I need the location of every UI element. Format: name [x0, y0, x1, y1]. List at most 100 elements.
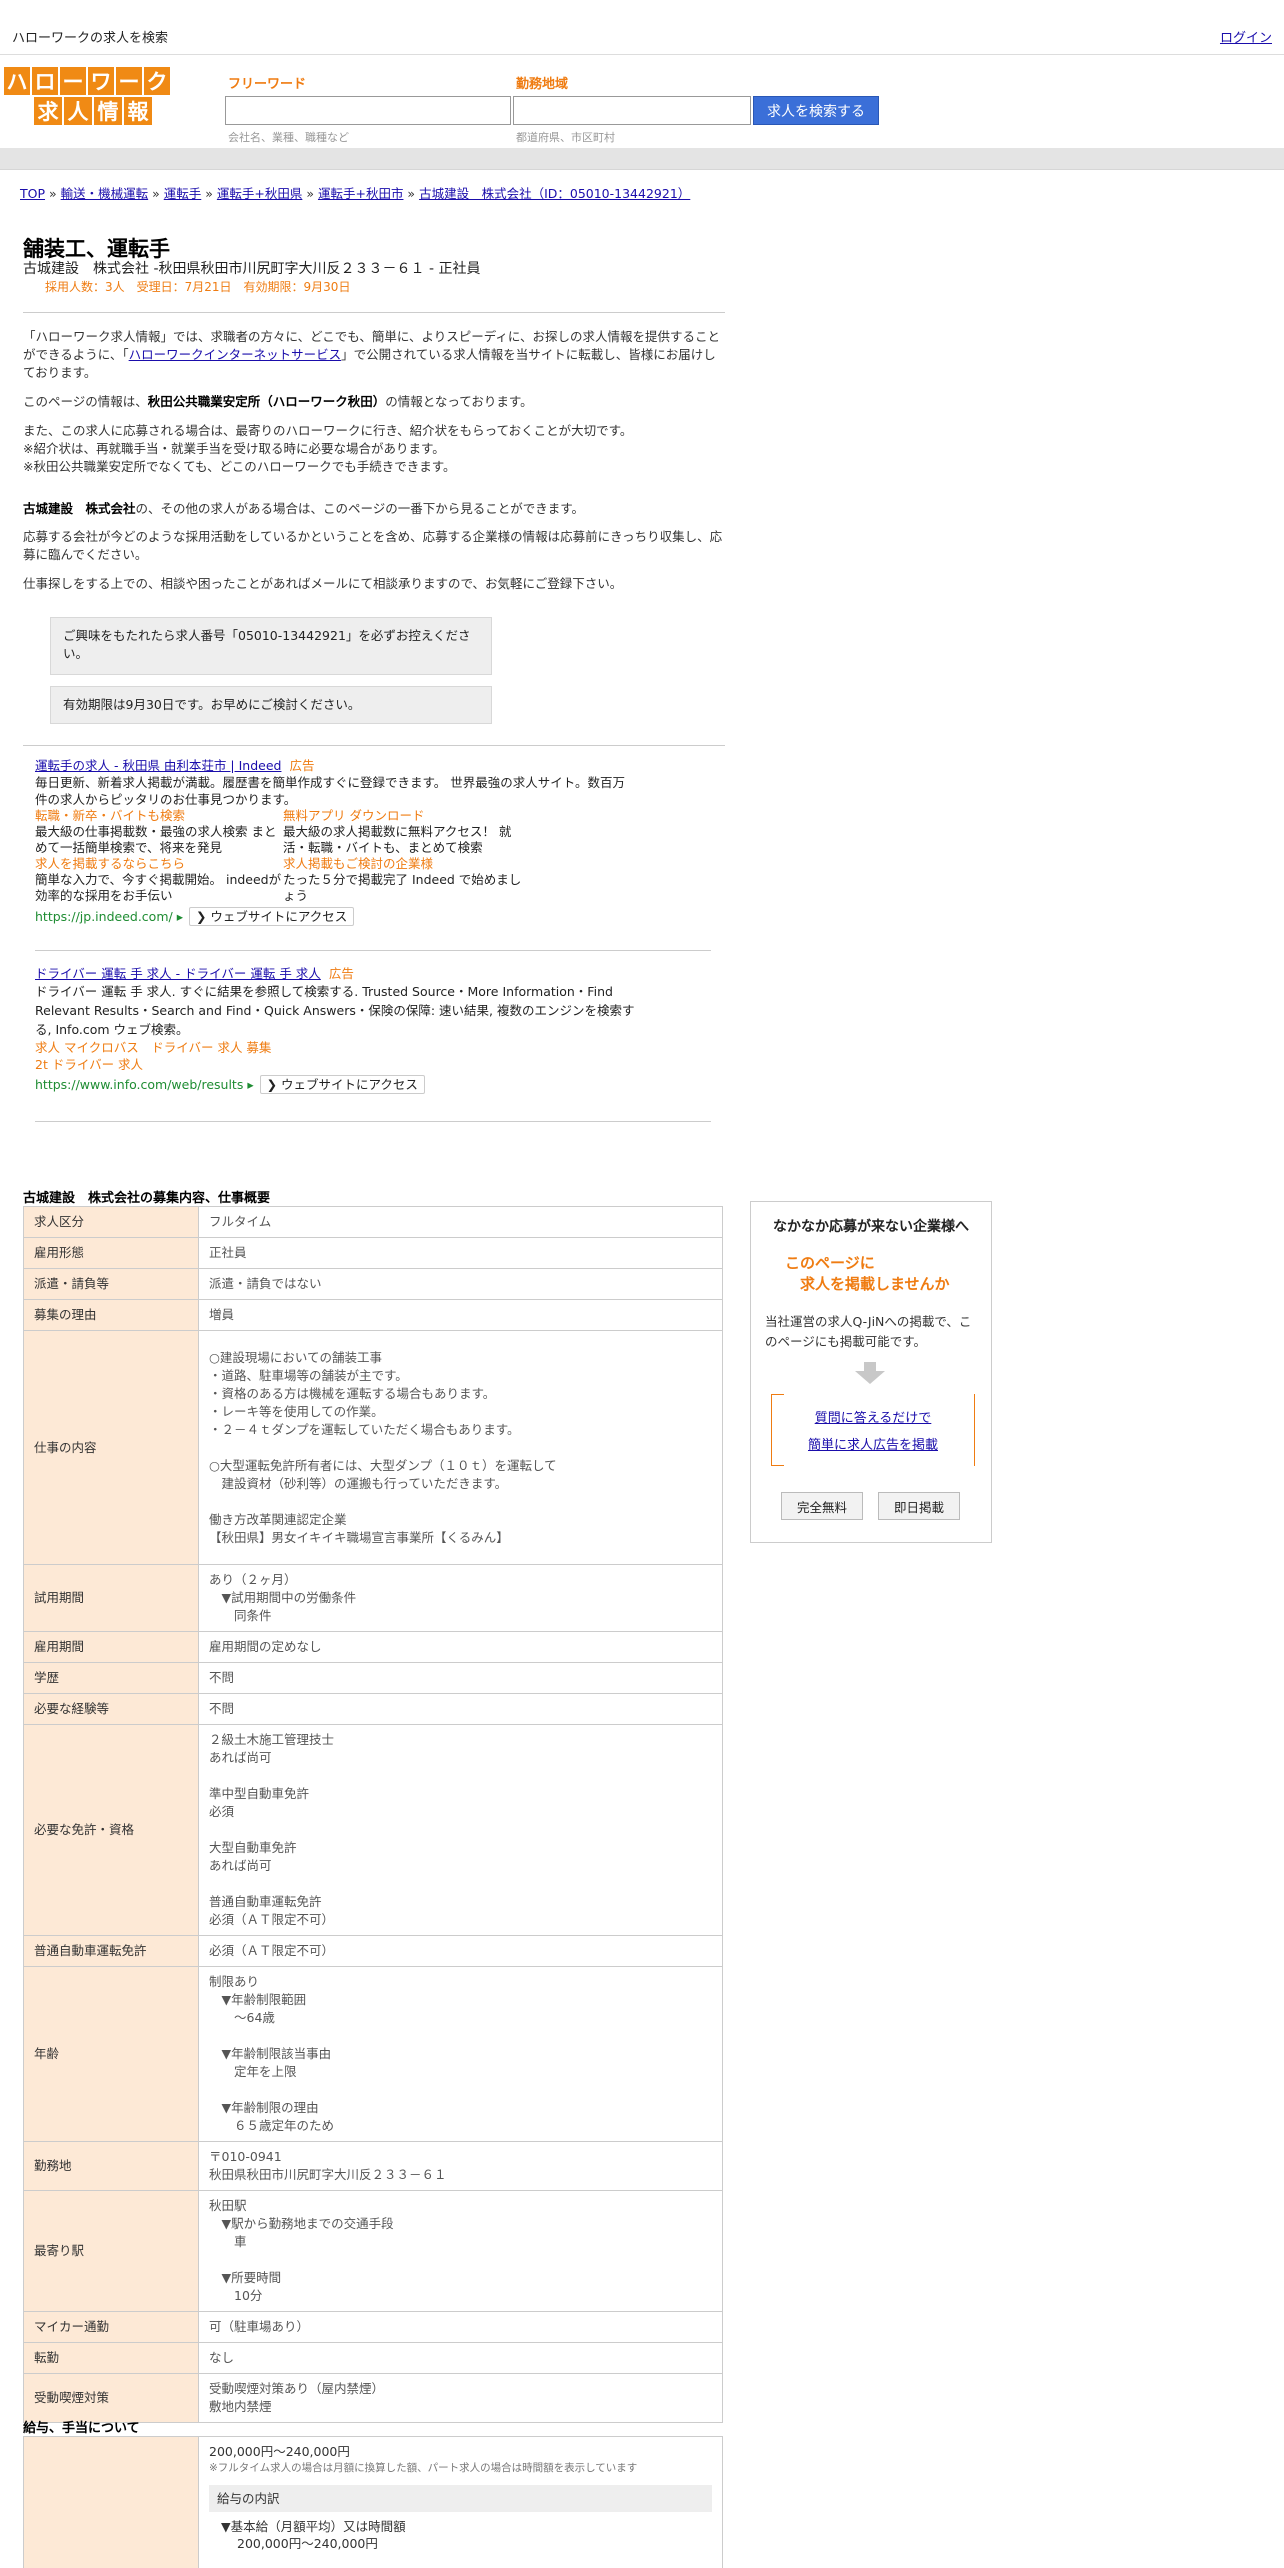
logo-char: ロ: [32, 67, 58, 95]
logo-char: ー: [116, 67, 142, 95]
ad-info: ドライバー 運転 手 求人 - ドライバー 運転 手 求人 広告 ドライバー 運転…: [23, 965, 713, 1094]
same-day-button[interactable]: 即日掲載: [878, 1492, 960, 1520]
detail-row-value: 雇用期間の定めなし: [198, 1631, 723, 1663]
detail-row: 募集の理由 増員: [23, 1299, 723, 1331]
pay-note: ※フルタイム求人の場合は月額に換算した額、パート求人の場合は時間額を表示していま…: [209, 2462, 638, 2474]
detail-row-label: 派遣・請負等: [23, 1268, 199, 1300]
advertise-link-questions[interactable]: 質問に答えるだけで: [772, 1407, 974, 1426]
breadcrumb-city[interactable]: 運転手+秋田市: [318, 186, 403, 201]
detail-row: マイカー通勤 可（駐車場あり）: [23, 2311, 723, 2343]
detail-row-label: 転勤: [23, 2342, 199, 2374]
logo-char: ー: [60, 67, 86, 95]
research-paragraph: 応募する会社が今どのような採用活動をしているかということを含め、応募する企業様の…: [23, 529, 723, 562]
detail-row-label: 普通自動車運転免許: [23, 1935, 199, 1967]
search-header: ハ ロ ー ワ ー ク 求 人 情 報 フリーワード 会社名、業種、職種など 勤…: [0, 55, 1284, 148]
other-jobs-text: の、その他の求人がある場合は、このページの一番下から見ることができます。: [135, 501, 585, 516]
ad-links[interactable]: 求人 マイクロバス ドライバー 求人 募集: [35, 1039, 713, 1056]
ad-links[interactable]: 2t ドライバー 求人: [35, 1056, 713, 1073]
free-button[interactable]: 完全無料: [781, 1492, 863, 1520]
source-text: の情報となっております。: [385, 394, 533, 409]
divider: [23, 312, 725, 313]
source-office: 秋田公共職業安定所（ハローワーク秋田）: [147, 394, 386, 409]
ad-sitelink[interactable]: 無料アプリ ダウンロード 最大級の求人掲載数に無料アクセス！ 就活・転職・バイトも…: [283, 808, 533, 856]
search-button[interactable]: 求人を検索する: [753, 96, 879, 125]
ad-url-row: https://www.info.com/web/results ▸ ❯ ウェブサ…: [35, 1075, 713, 1094]
detail-row-label: 学歴: [23, 1662, 199, 1694]
detail-section-title: 古城建設 株式会社の募集内容、仕事概要: [23, 1191, 271, 1206]
area-input[interactable]: [513, 96, 751, 125]
detail-row-value: ○建設現場においての舗装工事 ・道路、駐車場等の舗装が主です。 ・資格のある方は…: [198, 1330, 723, 1565]
divider: [35, 1121, 711, 1122]
ad-sitelink-desc: たった５分で掲載完了 Indeed で始めましょう: [283, 872, 522, 903]
detail-row-label: 受動喫煙対策: [23, 2373, 199, 2423]
detail-row-value: 受動喫煙対策あり（屋内禁煙） 敷地内禁煙: [198, 2373, 723, 2423]
detail-row: 普通自動車運転免許 必須（ＡＴ限定不可）: [23, 1935, 723, 1967]
area-label: 勤務地域: [516, 77, 569, 92]
advertise-panel: なかなか応募が来ない企業様へ このページに 求人を掲載しませんか 当社運営の求人…: [750, 1201, 992, 1543]
apply-paragraph: また、この求人に応募される場合は、最寄りのハローワークに行き、紹介状をもらってお…: [23, 423, 633, 438]
source-paragraph: このページの情報は、秋田公共職業安定所（ハローワーク秋田）の情報となっております…: [23, 393, 723, 411]
hellowork-logo[interactable]: ハ ロ ー ワ ー ク 求 人 情 報: [4, 67, 180, 125]
detail-row: 最寄り駅 秋田駅 ▼駅から勤務地までの交通手段 車 ▼所要時間 10分: [23, 2190, 723, 2312]
detail-row-label: 試用期間: [23, 1564, 199, 1632]
visit-website-button[interactable]: ❯ ウェブサイトにアクセス: [188, 907, 355, 926]
detail-row: 求人区分 フルタイム: [23, 1206, 723, 1238]
detail-row: 雇用形態 正社員: [23, 1237, 723, 1269]
freeword-label: フリーワード: [228, 77, 307, 92]
ad-sitelink-title[interactable]: 求人を掲載するならこちら: [35, 856, 283, 872]
ad-url-row: https://jp.indeed.com/ ▸ ❯ ウェブサイトにアクセス: [35, 907, 713, 926]
ad-sitelink[interactable]: 求人を掲載するならこちら 簡単な入力で、今すぐ掲載開始。 indeedが効率的な採…: [35, 856, 283, 904]
detail-row: 必要な免許・資格 ２級土木施工管理技士 あれば尚可 準中型自動車免許 必須 大型自…: [23, 1724, 723, 1936]
ad-sitelink-desc: 最大級の仕事掲載数・最強の求人検索 まとめて一括簡単検索で、将来を発見: [35, 824, 277, 855]
logo-row-1: ハ ロ ー ワ ー ク: [4, 67, 180, 95]
detail-row-label: 求人区分: [23, 1206, 199, 1238]
ad-sitelink-title[interactable]: 転職・新卒・バイトも検索: [35, 808, 283, 824]
login-link[interactable]: ログイン: [1220, 27, 1272, 46]
ad-url[interactable]: https://www.info.com/web/results: [35, 1077, 243, 1092]
detail-row-value: 派遣・請負ではない: [198, 1268, 723, 1300]
ad-sitelink[interactable]: 転職・新卒・バイトも検索 最大級の仕事掲載数・最強の求人検索 まとめて一括簡単検索…: [35, 808, 283, 856]
breadcrumb-top[interactable]: TOP: [20, 186, 45, 201]
ad-sitelink-title[interactable]: 無料アプリ ダウンロード: [283, 808, 533, 824]
freeword-input[interactable]: [225, 96, 511, 125]
top-bar: ハローワークの求人を検索 ログイン: [0, 0, 1284, 55]
detail-row-value: 増員: [198, 1299, 723, 1331]
other-jobs-paragraph: 古城建設 株式会社の、その他の求人がある場合は、このページの一番下から見ることが…: [23, 500, 723, 518]
advertise-heading: なかなか応募が来ない企業様へ: [773, 1219, 969, 1235]
visit-website-button[interactable]: ❯ ウェブサイトにアクセス: [259, 1075, 425, 1094]
advertise-link-post[interactable]: 簡単に求人広告を掲載: [772, 1434, 974, 1453]
company-name: 古城建設 株式会社: [23, 501, 136, 516]
detail-row: 年齢 制限あり ▼年齢制限範囲 〜64歳 ▼年齢制限該当事由 定年を上限 ▼年齢制…: [23, 1966, 723, 2142]
detail-row-label: 最寄り駅: [23, 2190, 199, 2312]
ad-sitelink[interactable]: 求人掲載もご検討の企業様 たった５分で掲載完了 Indeed で始めましょう: [283, 856, 533, 904]
ad-url[interactable]: https://jp.indeed.com/: [35, 909, 173, 924]
breadcrumb-prefecture[interactable]: 運転手+秋田県: [217, 186, 302, 201]
logo-char: ク: [144, 67, 170, 95]
breadcrumb-category[interactable]: 輸送・機械運転: [61, 186, 149, 201]
detail-row: 転勤 なし: [23, 2342, 723, 2374]
intro-paragraph: 「ハローワーク求人情報」では、求職者の方々に、どこでも、簡単に、よりスピーディに…: [23, 328, 723, 382]
breadcrumb-occupation[interactable]: 運転手: [164, 186, 202, 201]
advertise-links-frame: 質問に答えるだけで 簡単に求人広告を掲載: [771, 1394, 975, 1466]
detail-row: 勤務地 〒010-0941 秋田県秋田市川尻町字大川反２３３－６１: [23, 2141, 723, 2191]
ad-title-link[interactable]: 運転手の求人 - 秋田県 由利本荘市 | Indeed: [35, 758, 281, 773]
breadcrumb-company[interactable]: 古城建設 株式会社（ID：05010-13442921）: [419, 186, 690, 201]
logo-char: 人: [64, 97, 92, 125]
site-title: ハローワークの求人を検索: [12, 31, 169, 46]
ad-sitelink-title[interactable]: 求人掲載もご検討の企業様: [283, 856, 533, 872]
detail-row-value: 秋田駅 ▼駅から勤務地までの交通手段 車 ▼所要時間 10分: [198, 2190, 723, 2312]
hellowork-internet-link[interactable]: ハローワークインターネットサービス: [129, 347, 342, 362]
freeword-placeholder: 会社名、業種、職種など: [228, 131, 349, 144]
logo-char: ハ: [4, 67, 30, 95]
job-detail-table: 求人区分 フルタイム 雇用形態 正社員 派遣・請負等 派遣・請負ではない 募集の理由 増員 仕事…: [23, 1206, 723, 2423]
detail-row-value: あり（２ヶ月） ▼試用期間中の労働条件 同条件: [198, 1564, 723, 1632]
detail-row-value: 正社員: [198, 1237, 723, 1269]
ad-tag: 広告: [328, 966, 354, 981]
detail-row-value: 必須（ＡＴ限定不可）: [198, 1935, 723, 1967]
ad-title-link[interactable]: ドライバー 運転 手 求人 - ドライバー 運転 手 求人: [35, 966, 321, 981]
detail-row-value: ２級土木施工管理技士 あれば尚可 準中型自動車免許 必須 大型自動車免許 あれば…: [198, 1724, 723, 1936]
pay-breakdown-header: 給与の内訳: [209, 2485, 712, 2512]
advertise-body: 当社運営の求人Q-JiNへの掲載で、このページにも掲載可能です。: [765, 1314, 972, 1349]
pay-row: 200,000円〜240,000円 ※フルタイム求人の場合は月額に換算した額、パ…: [23, 2436, 723, 2568]
detail-row-value: 不問: [198, 1662, 723, 1694]
